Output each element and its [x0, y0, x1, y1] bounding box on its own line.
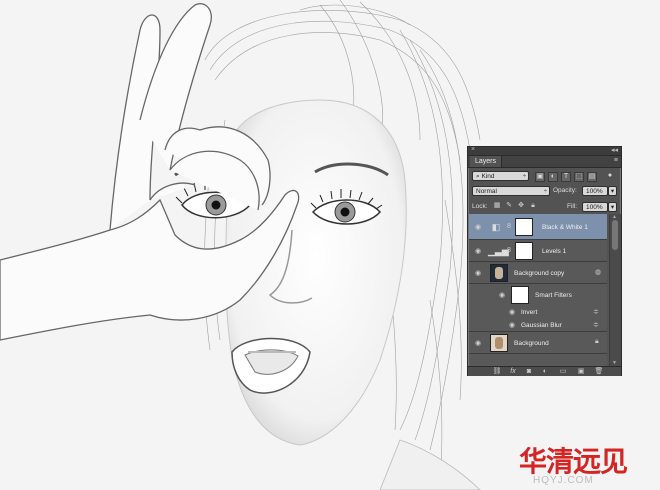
delete-layer-icon[interactable]: 🗑︎ [594, 367, 604, 376]
layer-name: Background copy [514, 270, 565, 277]
layers-scrollbar[interactable]: ▲ ▼ [609, 214, 621, 366]
chevron-down-icon: ÷ [522, 174, 526, 180]
tab-layers[interactable]: Layers [470, 156, 503, 167]
chevron-down-icon: ÷ [543, 189, 547, 195]
filter-blending-options-icon[interactable]: ≑ [593, 308, 599, 316]
layer-row-levels[interactable]: ◉ ▁▃▅ 8 Levels 1 [469, 240, 607, 262]
smart-object-icon: ◍ [595, 269, 602, 276]
chevron-down-icon: ▾ [610, 204, 615, 211]
layer-mask-thumbnail[interactable] [515, 218, 533, 236]
opacity-label: Opacity: [553, 187, 577, 194]
eye-icon[interactable]: ◉ [473, 247, 483, 255]
layer-name: Black & White 1 [542, 224, 588, 231]
lock-all-icon[interactable]: 🔒︎ [529, 202, 537, 210]
filter-kind-label: Kind [481, 173, 495, 180]
layer-thumbnail[interactable] [490, 334, 508, 352]
layer-name: Levels 1 [542, 248, 567, 255]
lock-icon: 🔒︎ [595, 338, 599, 345]
layer-thumbnail[interactable] [490, 264, 508, 282]
levels-adjustment-icon: ▁▃▅ [488, 246, 509, 256]
layer-name: Background [514, 340, 549, 347]
fill-value: 100% [586, 204, 603, 211]
layer-row-background-copy[interactable]: ◉ Background copy ◍ [469, 262, 607, 284]
panel-menu-icon[interactable]: ≡ [614, 157, 618, 164]
layers-panel: × ◂◂ Layers ≡ ⌕ Kind ÷ ▣ ◐ T ⬚ ▤ ● Norma… [467, 146, 622, 376]
link-layers-icon[interactable]: ⛓ [492, 367, 502, 376]
filter-row-invert[interactable]: ◉ Invert ≑ [469, 306, 607, 318]
filter-toggle-icon[interactable]: ● [606, 172, 614, 182]
filter-kind-dropdown[interactable]: ⌕ Kind ÷ [472, 171, 529, 181]
blend-mode-value: Normal [476, 188, 497, 195]
blend-mode-dropdown[interactable]: Normal ÷ [472, 186, 550, 196]
image-filter-icon[interactable]: ▣ [535, 172, 545, 182]
watermark-url: HQYJ.COM [533, 475, 594, 486]
eye-icon[interactable]: ◉ [473, 223, 483, 231]
new-adjustment-icon[interactable]: ◐ [540, 367, 550, 376]
close-panel-icon[interactable]: × [471, 146, 475, 153]
lock-transparent-icon[interactable]: ▦ [493, 202, 501, 210]
link-icon[interactable]: 8 [507, 223, 511, 230]
opacity-field[interactable]: 100% [582, 186, 608, 196]
smart-object-filter-icon[interactable]: ▤ [587, 172, 597, 182]
eye-icon[interactable]: ◉ [507, 308, 517, 316]
blend-row: Normal ÷ Opacity: 100% ▾ [468, 184, 621, 198]
type-filter-icon[interactable]: T [561, 172, 571, 182]
eye-icon[interactable]: ◉ [473, 339, 483, 347]
watermark-chinese-text: 华清远见 [519, 445, 628, 478]
panel-footer: ⛓ fx ◙ ◐ ▭ ▣ 🗑︎ [468, 366, 621, 376]
panel-tab-row: Layers ≡ [468, 156, 621, 168]
new-layer-icon[interactable]: ▣ [576, 367, 586, 376]
smart-filter-mask-thumbnail[interactable] [511, 286, 529, 304]
filter-row: ⌕ Kind ÷ ▣ ◐ T ⬚ ▤ ● [468, 169, 621, 183]
fill-field[interactable]: 100% [582, 202, 608, 212]
search-icon: ⌕ [476, 173, 480, 180]
collapse-panel-icon[interactable]: ◂◂ [611, 146, 618, 154]
watermark: 华清远见 HQYJ.COM [519, 440, 659, 490]
layer-row-background[interactable]: ◉ Background 🔒︎ [469, 332, 607, 354]
opacity-value: 100% [586, 188, 603, 195]
fill-slider-toggle[interactable]: ▾ [608, 202, 617, 212]
filter-row-gaussian-blur[interactable]: ◉ Gaussian Blur ≑ [469, 318, 607, 332]
smart-filters-row[interactable]: ◉ Smart Filters [469, 284, 607, 306]
eye-icon[interactable]: ◉ [473, 269, 483, 277]
opacity-slider-toggle[interactable]: ▾ [608, 186, 617, 196]
add-mask-icon[interactable]: ◙ [524, 367, 534, 376]
filter-name: Invert [521, 309, 538, 316]
black-white-adjustment-icon: ◧ [491, 222, 501, 232]
fill-label: Fill: [567, 203, 578, 210]
filter-blending-options-icon[interactable]: ≑ [593, 321, 599, 329]
scrollbar-thumb[interactable] [612, 220, 618, 250]
lock-position-icon[interactable]: ✥ [517, 202, 525, 210]
lock-row: Lock: ▦ ✎ ✥ 🔒︎ Fill: 100% ▾ [468, 200, 621, 214]
eye-icon[interactable]: ◉ [497, 291, 507, 299]
layer-mask-thumbnail[interactable] [515, 242, 533, 260]
adjustment-filter-icon[interactable]: ◐ [548, 172, 558, 182]
lock-label: Lock: [472, 203, 488, 210]
filter-name: Gaussian Blur [521, 322, 562, 329]
layers-list: ◉ ◧ 8 Black & White 1 ◉ ▁▃▅ 8 Levels 1 ◉… [469, 214, 607, 366]
chevron-down-icon: ▾ [610, 188, 615, 195]
smart-filters-label: Smart Filters [535, 292, 572, 299]
shape-filter-icon[interactable]: ⬚ [574, 172, 584, 182]
new-group-icon[interactable]: ▭ [558, 367, 568, 376]
lock-image-icon[interactable]: ✎ [505, 202, 513, 210]
panel-titlebar: × ◂◂ [468, 146, 621, 156]
layer-row-black-white[interactable]: ◉ ◧ 8 Black & White 1 [469, 214, 607, 240]
eye-icon[interactable]: ◉ [507, 321, 517, 329]
link-icon[interactable]: 8 [507, 247, 511, 254]
fx-icon[interactable]: fx [508, 367, 518, 376]
